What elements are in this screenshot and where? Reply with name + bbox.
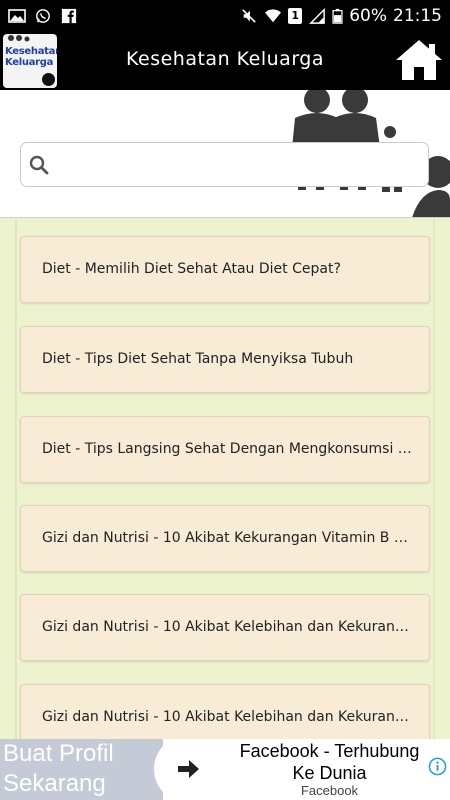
list-item[interactable]: Gizi dan Nutrisi - 10 Akibat Kekurangan …	[20, 505, 430, 572]
app-title: Kesehatan Keluarga	[126, 48, 324, 70]
ad-title[interactable]: Facebook - Terhubung Ke Dunia	[222, 740, 437, 784]
ad-title-line2: Ke Dunia	[292, 763, 367, 783]
ad-banner[interactable]: Buat Profil Sekarang Facebook - Terhubun…	[0, 739, 450, 800]
mute-icon	[242, 9, 256, 23]
list-item[interactable]: Gizi dan Nutrisi - 10 Akibat Kelebihan d…	[20, 684, 430, 739]
list-item[interactable]: Diet - Memilih Diet Sehat Atau Diet Cepa…	[20, 236, 430, 303]
search-box[interactable]	[20, 142, 429, 187]
gallery-notification-icon	[8, 9, 26, 23]
ad-left-text: Buat Profil Sekarang	[3, 739, 114, 799]
logo-badge-icon	[42, 73, 55, 86]
battery-icon	[332, 8, 343, 24]
adchoices-info-icon[interactable]	[428, 757, 447, 776]
list-item[interactable]: Gizi dan Nutrisi - 10 Akibat Kelebihan d…	[20, 594, 430, 661]
arrow-right-icon[interactable]	[154, 739, 224, 800]
list-item-label: Diet - Memilih Diet Sehat Atau Diet Cepa…	[42, 261, 341, 277]
list-item-label: Gizi dan Nutrisi - 10 Akibat Kelebihan d…	[42, 619, 414, 635]
home-icon[interactable]	[394, 36, 444, 84]
wifi-icon	[265, 9, 282, 23]
ad-title-line1: Facebook - Terhubung	[239, 741, 420, 761]
list-item-label: Gizi dan Nutrisi - 10 Akibat Kekurangan …	[42, 530, 414, 546]
ad-advertiser: Facebook	[300, 783, 359, 798]
ad-left-line1: Buat Profil	[3, 740, 114, 767]
facebook-notification-icon	[61, 8, 77, 24]
battery-percent: 60%	[349, 6, 387, 26]
list-item-label: Gizi dan Nutrisi - 10 Akibat Kelebihan d…	[42, 709, 414, 725]
app-bar: Kesehatan Keluarga Kesehatan Keluarga	[0, 32, 450, 90]
list-item[interactable]: Diet - Tips Diet Sehat Tanpa Menyiksa Tu…	[20, 326, 430, 393]
signal-icon	[309, 8, 326, 24]
ad-left-line2: Sekarang	[3, 770, 106, 797]
header-banner	[0, 90, 450, 218]
ad-image-panel[interactable]: Buat Profil Sekarang	[0, 739, 163, 800]
list-item[interactable]: Diet - Tips Langsing Sehat Dengan Mengko…	[20, 416, 430, 483]
sim-badge: 1	[288, 8, 303, 24]
whatsapp-notification-icon	[36, 9, 50, 23]
search-input[interactable]	[57, 147, 417, 183]
search-icon	[29, 155, 49, 175]
article-list[interactable]: Diet - Memilih Diet Sehat Atau Diet Cepa…	[0, 219, 450, 739]
list-item-label: Diet - Tips Diet Sehat Tanpa Menyiksa Tu…	[42, 351, 354, 367]
status-bar: 1 60% 21:15	[0, 0, 450, 32]
clock: 21:15	[393, 6, 442, 26]
list-item-label: Diet - Tips Langsing Sehat Dengan Mengko…	[42, 441, 414, 457]
